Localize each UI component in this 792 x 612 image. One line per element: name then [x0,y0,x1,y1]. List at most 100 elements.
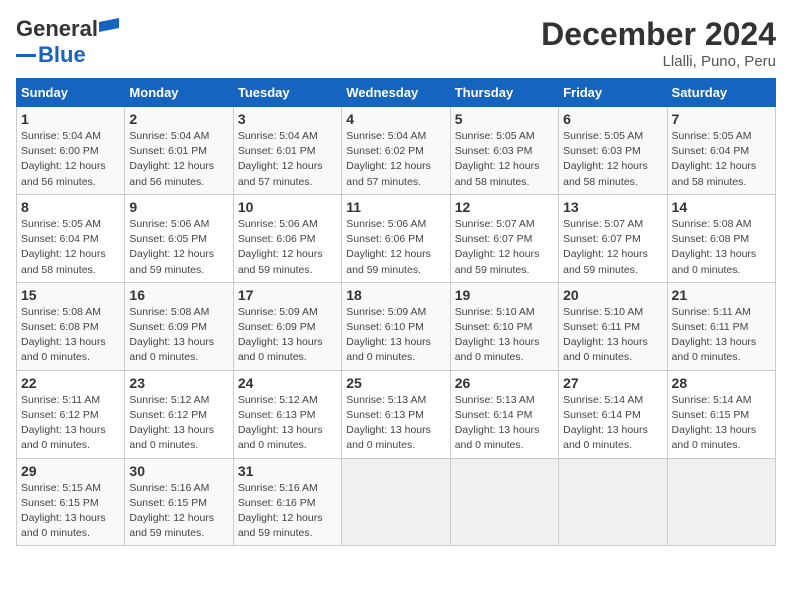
day-info: Sunrise: 5:12 AM Sunset: 6:12 PM Dayligh… [129,393,228,454]
header-friday: Friday [559,79,667,107]
calendar-day: 27 Sunrise: 5:14 AM Sunset: 6:14 PM Dayli… [559,370,667,458]
calendar-day [667,458,775,546]
day-number: 30 [129,463,228,479]
calendar-day: 8Sunrise: 5:05 AM Sunset: 6:04 PM Daylig… [17,194,125,282]
calendar-day: 19Sunrise: 5:10 AM Sunset: 6:10 PM Dayli… [450,282,558,370]
logo-general: General [16,16,98,42]
day-number: 24 [238,375,337,391]
day-number: 13 [563,199,662,215]
calendar-week-5: 29 Sunrise: 5:15 AM Sunset: 6:15 PM Dayli… [17,458,776,546]
day-number: 31 [238,463,337,479]
calendar-week-3: 15Sunrise: 5:08 AM Sunset: 6:08 PM Dayli… [17,282,776,370]
day-number: 23 [129,375,228,391]
calendar-day: 6 Sunrise: 5:05 AM Sunset: 6:03 PM Daylig… [559,107,667,195]
calendar-day: 20 Sunrise: 5:10 AM Sunset: 6:11 PM Dayli… [559,282,667,370]
day-info: Sunrise: 5:09 AM Sunset: 6:09 PM Dayligh… [238,305,337,366]
day-number: 9 [129,199,228,215]
day-number: 4 [346,111,445,127]
day-number: 17 [238,287,337,303]
calendar-day: 11 Sunrise: 5:06 AM Sunset: 6:06 PM Dayli… [342,194,450,282]
calendar-day: 24 Sunrise: 5:12 AM Sunset: 6:13 PM Dayli… [233,370,341,458]
day-info: Sunrise: 5:04 AM Sunset: 6:00 PM Dayligh… [21,129,120,190]
day-number: 18 [346,287,445,303]
calendar-week-2: 8Sunrise: 5:05 AM Sunset: 6:04 PM Daylig… [17,194,776,282]
day-info: Sunrise: 5:04 AM Sunset: 6:01 PM Dayligh… [129,129,228,190]
calendar-header-row: SundayMondayTuesdayWednesdayThursdayFrid… [17,79,776,107]
calendar-day: 5 Sunrise: 5:05 AM Sunset: 6:03 PM Daylig… [450,107,558,195]
day-info: Sunrise: 5:07 AM Sunset: 6:07 PM Dayligh… [563,217,662,278]
day-number: 20 [563,287,662,303]
calendar-day: 16Sunrise: 5:08 AM Sunset: 6:09 PM Dayli… [125,282,233,370]
day-number: 15 [21,287,120,303]
calendar-body: 1 Sunrise: 5:04 AM Sunset: 6:00 PM Daylig… [17,107,776,546]
day-number: 7 [672,111,771,127]
header-wednesday: Wednesday [342,79,450,107]
day-info: Sunrise: 5:16 AM Sunset: 6:15 PM Dayligh… [129,481,228,542]
calendar-day: 22Sunrise: 5:11 AM Sunset: 6:12 PM Dayli… [17,370,125,458]
day-number: 29 [21,463,120,479]
calendar-day: 9 Sunrise: 5:06 AM Sunset: 6:05 PM Daylig… [125,194,233,282]
calendar-day: 17 Sunrise: 5:09 AM Sunset: 6:09 PM Dayli… [233,282,341,370]
calendar-day: 15Sunrise: 5:08 AM Sunset: 6:08 PM Dayli… [17,282,125,370]
day-info: Sunrise: 5:13 AM Sunset: 6:13 PM Dayligh… [346,393,445,454]
day-number: 5 [455,111,554,127]
day-info: Sunrise: 5:05 AM Sunset: 6:04 PM Dayligh… [21,217,120,278]
calendar-day: 7 Sunrise: 5:05 AM Sunset: 6:04 PM Daylig… [667,107,775,195]
day-info: Sunrise: 5:13 AM Sunset: 6:14 PM Dayligh… [455,393,554,454]
calendar-week-1: 1 Sunrise: 5:04 AM Sunset: 6:00 PM Daylig… [17,107,776,195]
day-info: Sunrise: 5:12 AM Sunset: 6:13 PM Dayligh… [238,393,337,454]
calendar-day [342,458,450,546]
day-info: Sunrise: 5:14 AM Sunset: 6:14 PM Dayligh… [563,393,662,454]
day-number: 6 [563,111,662,127]
calendar-day: 21Sunrise: 5:11 AM Sunset: 6:11 PM Dayli… [667,282,775,370]
day-number: 1 [21,111,120,127]
header-thursday: Thursday [450,79,558,107]
day-info: Sunrise: 5:09 AM Sunset: 6:10 PM Dayligh… [346,305,445,366]
calendar-day: 18 Sunrise: 5:09 AM Sunset: 6:10 PM Dayli… [342,282,450,370]
day-number: 21 [672,287,771,303]
day-info: Sunrise: 5:08 AM Sunset: 6:08 PM Dayligh… [672,217,771,278]
day-info: Sunrise: 5:07 AM Sunset: 6:07 PM Dayligh… [455,217,554,278]
calendar-day: 2 Sunrise: 5:04 AM Sunset: 6:01 PM Daylig… [125,107,233,195]
day-number: 25 [346,375,445,391]
day-number: 3 [238,111,337,127]
day-info: Sunrise: 5:10 AM Sunset: 6:11 PM Dayligh… [563,305,662,366]
calendar-day: 14 Sunrise: 5:08 AM Sunset: 6:08 PM Dayli… [667,194,775,282]
month-title: December 2024 [541,16,776,53]
day-number: 2 [129,111,228,127]
calendar-week-4: 22Sunrise: 5:11 AM Sunset: 6:12 PM Dayli… [17,370,776,458]
calendar-table: SundayMondayTuesdayWednesdayThursdayFrid… [16,78,776,546]
logo-blue: Blue [38,42,86,68]
calendar-day: 13 Sunrise: 5:07 AM Sunset: 6:07 PM Dayli… [559,194,667,282]
header-saturday: Saturday [667,79,775,107]
day-number: 22 [21,375,120,391]
day-number: 28 [672,375,771,391]
header-sunday: Sunday [17,79,125,107]
calendar-day: 26 Sunrise: 5:13 AM Sunset: 6:14 PM Dayli… [450,370,558,458]
calendar-day: 10Sunrise: 5:06 AM Sunset: 6:06 PM Dayli… [233,194,341,282]
calendar-day [450,458,558,546]
day-number: 10 [238,199,337,215]
calendar-day: 12Sunrise: 5:07 AM Sunset: 6:07 PM Dayli… [450,194,558,282]
calendar-day: 4 Sunrise: 5:04 AM Sunset: 6:02 PM Daylig… [342,107,450,195]
day-info: Sunrise: 5:06 AM Sunset: 6:06 PM Dayligh… [346,217,445,278]
day-info: Sunrise: 5:04 AM Sunset: 6:02 PM Dayligh… [346,129,445,190]
day-info: Sunrise: 5:05 AM Sunset: 6:03 PM Dayligh… [563,129,662,190]
day-info: Sunrise: 5:05 AM Sunset: 6:03 PM Dayligh… [455,129,554,190]
day-info: Sunrise: 5:04 AM Sunset: 6:01 PM Dayligh… [238,129,337,190]
day-info: Sunrise: 5:05 AM Sunset: 6:04 PM Dayligh… [672,129,771,190]
day-number: 16 [129,287,228,303]
day-info: Sunrise: 5:14 AM Sunset: 6:15 PM Dayligh… [672,393,771,454]
calendar-day: 23 Sunrise: 5:12 AM Sunset: 6:12 PM Dayli… [125,370,233,458]
day-number: 26 [455,375,554,391]
title-section: December 2024 Llalli, Puno, Peru [541,16,776,70]
logo: General Blue [16,16,121,68]
day-info: Sunrise: 5:16 AM Sunset: 6:16 PM Dayligh… [238,481,337,542]
calendar-day: 3 Sunrise: 5:04 AM Sunset: 6:01 PM Daylig… [233,107,341,195]
location: Llalli, Puno, Peru [541,53,776,70]
day-number: 27 [563,375,662,391]
day-number: 14 [672,199,771,215]
day-number: 11 [346,199,445,215]
day-info: Sunrise: 5:15 AM Sunset: 6:15 PM Dayligh… [21,481,120,542]
day-info: Sunrise: 5:06 AM Sunset: 6:05 PM Dayligh… [129,217,228,278]
